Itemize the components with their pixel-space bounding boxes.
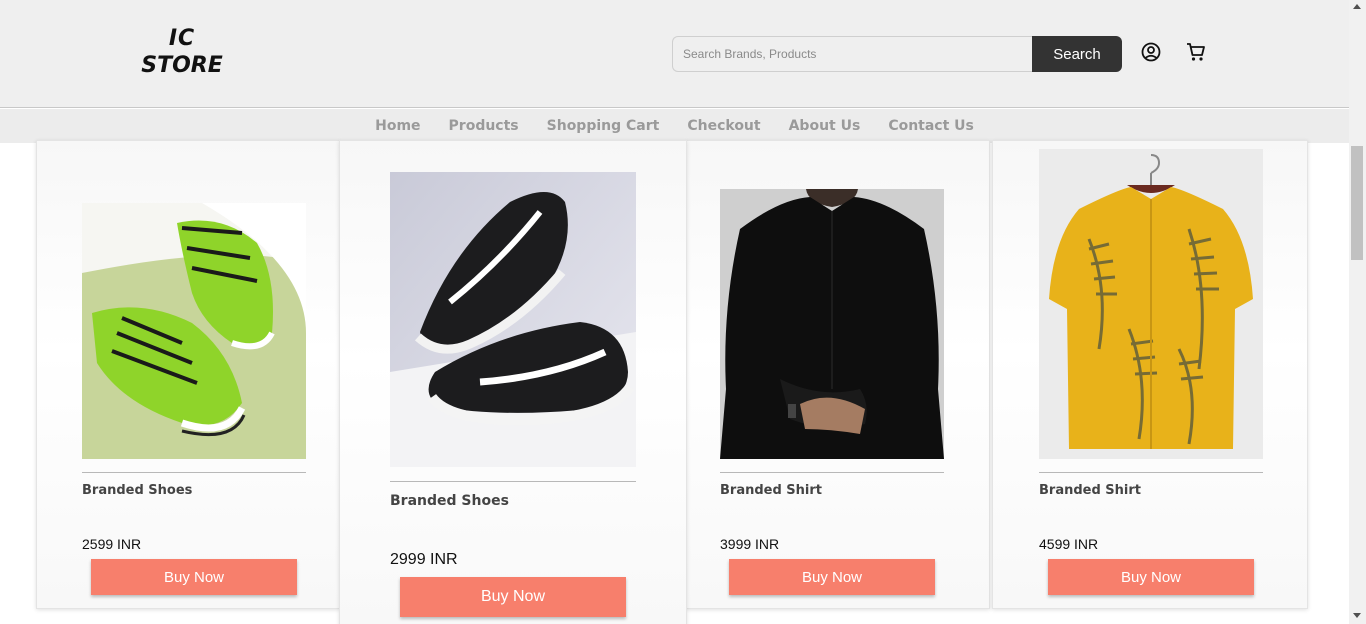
product-name: Branded Shirt [720,483,823,498]
product-name: Branded Shoes [390,493,509,509]
product-divider [82,472,306,473]
product-card: Branded Shoes 2599 INR Buy Now [36,140,340,609]
scroll-down-arrow-icon[interactable] [1353,613,1361,618]
black-nike-sneakers-image[interactable] [390,172,636,467]
product-divider [390,481,636,482]
page-scrollbar[interactable] [1349,0,1366,624]
page: IC STORE Search Home Products [0,0,1366,624]
nav-item-shopping-cart[interactable]: Shopping Cart [533,109,674,143]
buy-now-button[interactable]: Buy Now [400,577,626,617]
search-input[interactable] [672,36,1034,72]
shopping-cart-icon[interactable] [1185,41,1207,63]
product-divider [720,472,944,473]
product-card: Branded Shirt 3999 INR Buy Now [686,140,990,609]
green-sneakers-image[interactable] [82,203,306,459]
main-nav: Home Products Shopping Cart Checkout Abo… [0,109,1349,143]
product-name: Branded Shirt [1039,483,1142,498]
search-button[interactable]: Search [1032,36,1122,72]
nav-item-contact-us[interactable]: Contact Us [874,109,988,143]
product-divider [1039,472,1263,473]
product-card: Branded Shirt 4599 INR Buy Now [992,140,1308,609]
nav-item-home[interactable]: Home [361,109,434,143]
nav-item-checkout[interactable]: Checkout [673,109,774,143]
logo-line-1: IC [168,26,196,51]
buy-now-button[interactable]: Buy Now [729,559,935,595]
yellow-leaf-shirt-image[interactable] [1039,149,1263,459]
buy-now-button[interactable]: Buy Now [91,559,297,595]
product-price: 2999 INR [390,551,458,568]
product-price: 2599 INR [82,536,142,552]
store-logo[interactable]: IC STORE [136,26,228,84]
buy-now-button[interactable]: Buy Now [1048,559,1254,595]
site-header: IC STORE Search [0,0,1349,108]
user-circle-icon[interactable] [1140,41,1162,63]
search-bar: Search [672,36,1122,72]
scroll-up-arrow-icon[interactable] [1353,4,1361,9]
logo-line-2: STORE [141,53,223,78]
nav-item-products[interactable]: Products [435,109,533,143]
nav-item-about-us[interactable]: About Us [775,109,875,143]
scrollbar-thumb[interactable] [1351,146,1363,260]
product-card: Branded Shoes 2999 INR Buy Now [339,140,687,624]
product-name: Branded Shoes [82,483,193,498]
product-price: 4599 INR [1039,536,1099,552]
product-price: 3999 INR [720,536,780,552]
black-shirt-image[interactable] [720,189,944,459]
